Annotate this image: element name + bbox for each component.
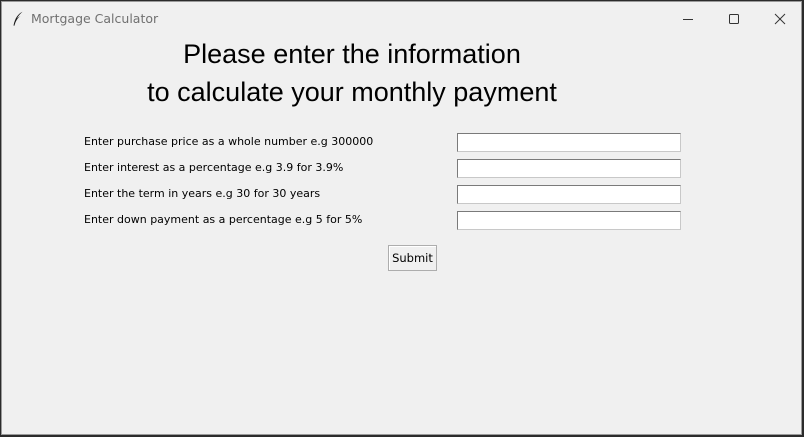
close-button[interactable] [757,2,801,35]
loan-term-input[interactable] [457,185,681,204]
heading-line-1: Please enter the information [183,39,521,69]
submit-button[interactable]: Submit [388,245,437,271]
loan-term-label: Enter the term in years e.g 30 for 30 ye… [84,187,321,200]
close-icon [774,13,786,24]
window-title: Mortgage Calculator [31,11,159,26]
feather-icon [12,11,24,27]
app-window: Mortgage Calculator Please enter the inf… [1,1,802,435]
interest-rate-input[interactable] [457,159,681,178]
minimize-button[interactable] [665,2,711,35]
down-payment-label: Enter down payment as a percentage e.g 5… [84,213,363,226]
interest-rate-label: Enter interest as a percentage e.g 3.9 f… [84,161,344,174]
maximize-button[interactable] [711,2,757,35]
down-payment-input[interactable] [457,211,681,230]
purchase-price-label: Enter purchase price as a whole number e… [84,135,374,148]
minimize-icon [683,18,693,20]
title-bar[interactable]: Mortgage Calculator [2,2,801,35]
maximize-icon [729,13,739,24]
purchase-price-input[interactable] [457,133,681,152]
heading-line-2: to calculate your monthly payment [147,77,557,107]
